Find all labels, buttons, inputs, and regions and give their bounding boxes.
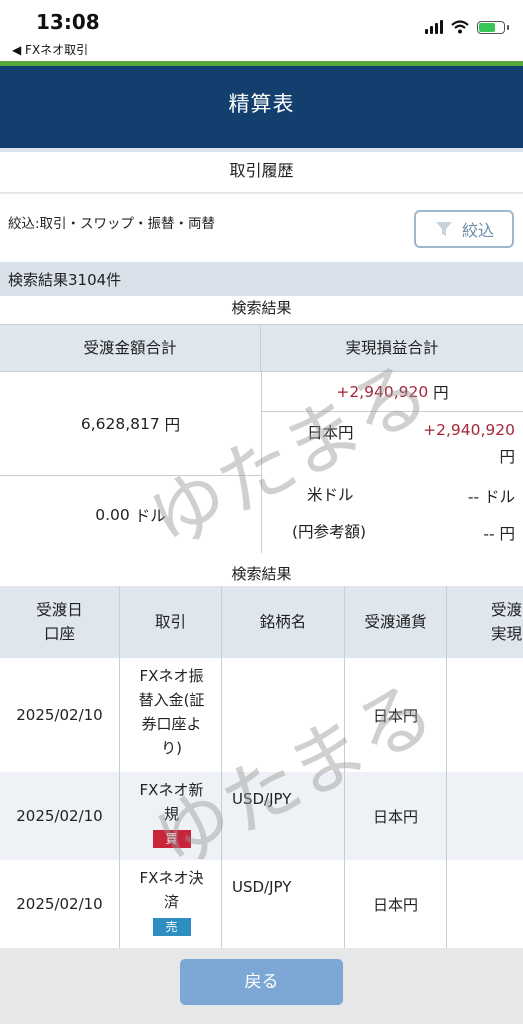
- funnel-icon: [435, 222, 452, 236]
- row-currency: 日本円: [345, 772, 447, 860]
- trade-line: り): [161, 739, 182, 757]
- total-pl-unit: 円: [433, 383, 449, 402]
- ref-label: (円参考額): [292, 523, 367, 541]
- status-time: 13:08: [36, 10, 100, 34]
- delivery-jpy-cell: 6,628,817 円: [0, 372, 261, 475]
- trade-line: FXネオ決: [139, 869, 204, 887]
- header-partial-line2: 実現: [491, 625, 523, 643]
- row-partial: [447, 860, 523, 948]
- delivery-jpy-value: 6,628,817: [80, 414, 160, 433]
- ref-amount: -- 円: [483, 522, 515, 544]
- detail-subtitle: 検索結果: [0, 562, 523, 588]
- cellular-signal-icon: [425, 20, 443, 34]
- wifi-icon: [451, 20, 469, 34]
- delivery-usd-unit: ドル: [134, 506, 166, 525]
- back-to-app-link[interactable]: ◀ FXネオ取引: [12, 41, 88, 58]
- row-currency: 日本円: [345, 860, 447, 948]
- row-date: 2025/02/10: [0, 772, 120, 860]
- row-partial: [447, 658, 523, 772]
- row-symbol: USD/JPY: [222, 860, 345, 948]
- status-icons: [425, 20, 509, 34]
- row-partial: [447, 772, 523, 860]
- delivery-jpy-unit: 円: [164, 415, 181, 434]
- table-row[interactable]: 2025/02/10 FXネオ振 替入金(証 券口座よ り) 日本円: [0, 658, 523, 772]
- page-title: 精算表: [0, 66, 523, 148]
- row-trade: FXネオ新 規 買: [120, 772, 222, 860]
- ref-value: --: [483, 525, 495, 543]
- total-pl-cell: +2,940,920 円: [262, 372, 523, 411]
- trade-line: FXネオ振: [139, 667, 204, 685]
- row-date: 2025/02/10: [0, 658, 120, 772]
- summary-subtitle: 検索結果: [0, 296, 523, 322]
- total-pl-value: +2,940,920: [336, 382, 429, 401]
- delivery-usd-cell: 0.00 ドル: [0, 476, 261, 553]
- trade-line: 替入金(証: [138, 691, 205, 709]
- summary-table: 受渡金額合計 実現損益合計 6,628,817 円 0.00 ドル +2,940…: [0, 324, 523, 553]
- filter-button[interactable]: 絞込: [414, 210, 514, 248]
- table-row[interactable]: 2025/02/10 FXネオ決 済 売 USD/JPY 日本円: [0, 860, 523, 948]
- trade-line: FXネオ新: [139, 781, 204, 799]
- usd-label: 米ドル: [307, 486, 354, 504]
- delivery-usd-value: 0.00: [95, 505, 130, 524]
- row-trade: FXネオ振 替入金(証 券口座よ り): [120, 658, 222, 772]
- back-button[interactable]: 戻る: [180, 959, 343, 1005]
- sell-badge: 売: [152, 918, 191, 936]
- header-account: 口座: [43, 625, 75, 643]
- result-count: 検索結果3104件: [0, 262, 523, 298]
- jpy-unit: 円: [499, 448, 515, 466]
- table-row[interactable]: 2025/02/10 FXネオ新 規 買 USD/JPY 日本円: [0, 772, 523, 860]
- jpy-value: +2,940,920: [423, 421, 515, 439]
- row-symbol: USD/JPY: [222, 772, 345, 860]
- header-partial: 受渡 実現: [447, 586, 523, 658]
- header-symbol: 銘柄名: [222, 586, 345, 658]
- header-trade: 取引: [120, 586, 222, 658]
- status-bar: 13:08 ◀ FXネオ取引: [0, 0, 523, 60]
- buy-badge: 買: [152, 830, 191, 848]
- header-currency: 受渡通貨: [345, 586, 447, 658]
- delivery-total-header: 受渡金額合計: [0, 325, 261, 371]
- row-trade: FXネオ決 済 売: [120, 860, 222, 948]
- trade-line: 券口座よ: [141, 715, 202, 733]
- header-date: 受渡日: [36, 601, 83, 619]
- transaction-table: 受渡日口座 取引 銘柄名 受渡通貨 受渡実現 2025/02/10 FXネオ振 …: [0, 586, 523, 948]
- footer-bar: 戻る: [0, 948, 523, 1024]
- header-partial-line1: 受渡: [491, 601, 523, 619]
- row-symbol: [222, 658, 345, 772]
- row-date: 2025/02/10: [0, 860, 120, 948]
- header-date-account: 受渡日 口座: [0, 586, 120, 658]
- usd-unit: ドル: [483, 488, 515, 506]
- battery-icon: [477, 20, 509, 34]
- usd-value: --: [467, 488, 480, 506]
- realized-pl-header: 実現損益合計: [261, 325, 523, 371]
- ref-unit: 円: [499, 525, 515, 543]
- section-title: 取引履歴: [0, 148, 523, 195]
- jpy-label: 日本円: [307, 424, 354, 442]
- trade-line: 済: [163, 893, 179, 911]
- trade-line: 規: [163, 805, 179, 823]
- filter-label: 絞込:取引・スワップ・振替・両替: [8, 216, 216, 232]
- usd-amount: -- ドル: [468, 485, 515, 507]
- filter-button-label: 絞込: [461, 221, 494, 240]
- row-currency: 日本円: [345, 658, 447, 772]
